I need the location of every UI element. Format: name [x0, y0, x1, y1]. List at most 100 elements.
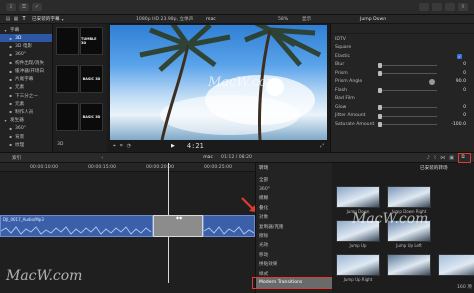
category-label: 360° — [259, 186, 271, 192]
clip-right[interactable] — [203, 215, 255, 237]
category-item[interactable]: 移动 — [256, 250, 333, 259]
slider-knob[interactable] — [378, 105, 382, 110]
transition-tile[interactable]: Jump Down — [336, 186, 380, 214]
folder-icon: ▪ — [9, 60, 12, 66]
sidebar-item[interactable]: ▾ 字幕 — [0, 26, 52, 34]
zoom-level[interactable]: 58% — [278, 17, 288, 22]
transition-tile[interactable] — [387, 254, 431, 282]
category-item[interactable]: 叠化 — [256, 203, 333, 212]
param-value[interactable]: 0 — [463, 62, 466, 67]
sidebar-item[interactable]: ▪ 制作人员 — [0, 108, 52, 116]
sidebar-item[interactable]: ▪ 下三分之一 — [0, 92, 52, 100]
titles-icon[interactable]: T — [20, 16, 28, 22]
timeline-view-icon[interactable] — [432, 3, 442, 11]
sidebar-item[interactable]: ▾ 发生器 — [0, 116, 52, 124]
clip-label: DJI_0017_Audio/Mp3 — [3, 217, 44, 222]
param-slider[interactable] — [378, 88, 437, 93]
index-label[interactable]: 索引 — [12, 155, 21, 161]
folder-icon: ▪ — [9, 101, 12, 107]
folder-icon: ▪ — [9, 93, 12, 99]
category-label: 移动 — [259, 252, 269, 258]
checkmark-icon[interactable]: ✓ — [32, 3, 42, 11]
sidebar-item[interactable]: ▪ 元素 — [0, 83, 52, 91]
effects-browser-icon[interactable]: ▣ — [449, 155, 454, 161]
param-value[interactable]: 90.0 — [456, 79, 466, 84]
slider-knob[interactable] — [378, 88, 382, 93]
category-item-selected[interactable]: Modern Transitions — [252, 277, 333, 289]
category-item[interactable]: 光效 — [256, 241, 333, 250]
category-item[interactable]: 拼贴效果 — [256, 260, 333, 269]
inspector-view-icon[interactable] — [445, 3, 455, 11]
timeline-position: 01:12 / 08:20 — [221, 155, 252, 160]
slider-knob[interactable] — [378, 62, 382, 68]
back-icon[interactable]: ‹ — [101, 155, 103, 161]
sidebar-item[interactable]: ▪ 构件出现/消失 — [0, 59, 52, 67]
checkbox[interactable]: ✓ — [457, 53, 462, 59]
angle-dial-icon[interactable] — [429, 78, 435, 85]
transition-clip[interactable]: ◆◆ — [153, 215, 203, 237]
title-tile[interactable]: BASIC 3D — [80, 103, 103, 131]
sidebar-item[interactable]: ▪ 缓冲器/开场白 — [0, 67, 52, 75]
title-tile[interactable]: TUMBLE 3D — [80, 27, 103, 55]
transition-tile[interactable] — [438, 254, 474, 282]
slider-knob[interactable] — [378, 122, 382, 127]
transform-icon[interactable]: ⌖ — [113, 143, 116, 149]
sidebar-item[interactable]: ▪ 纹理 — [0, 141, 52, 149]
clip-left[interactable]: DJI_0017_Audio/Mp3 — [0, 215, 153, 237]
sidebar-toggle-icon[interactable]: ▤ — [4, 16, 12, 22]
keyword-icon[interactable]: ⚿ — [19, 3, 29, 11]
title-tile[interactable] — [56, 27, 79, 55]
sidebar-item-label: 下三分之一 — [15, 93, 38, 99]
speed-icon[interactable]: ◔ — [127, 143, 131, 149]
param-slider[interactable] — [378, 105, 437, 110]
param-slider[interactable] — [378, 113, 437, 119]
crop-icon[interactable]: ⌗ — [120, 143, 123, 149]
param-slider[interactable] — [378, 122, 437, 127]
inspector-param-label: Flash — [335, 87, 348, 93]
param-value[interactable]: 0 — [463, 71, 466, 76]
skimming-icon[interactable]: ⌇ — [434, 155, 436, 161]
category-item[interactable]: 360° — [256, 184, 333, 193]
title-tile[interactable] — [56, 103, 79, 131]
chevron-down-icon[interactable]: ▾ — [62, 17, 64, 22]
snapping-icon[interactable]: ⋈ — [440, 155, 445, 161]
title-tile[interactable]: BASIC 3D — [80, 65, 103, 93]
ruler-mark: 00:00:25:00 — [204, 164, 233, 170]
sidebar-item-label: 制作人员 — [15, 109, 34, 115]
param-slider[interactable] — [378, 71, 437, 76]
slider-knob[interactable] — [378, 71, 382, 76]
param-value[interactable]: -100.0 — [451, 122, 466, 127]
sidebar-item[interactable]: ▪ 3D 电影 — [0, 42, 52, 50]
sidebar-item[interactable]: ▪ 背景 — [0, 132, 52, 140]
transition-tile[interactable]: Jump Up Right — [336, 254, 380, 282]
sidebar-item[interactable]: ▪ 360° — [0, 51, 52, 59]
title-tile[interactable] — [56, 65, 79, 93]
disclosure-icon: ▾ — [4, 27, 7, 33]
category-item[interactable]: 擦除 — [256, 231, 333, 240]
inspector-row: Elastic ✓ — [331, 52, 474, 61]
inspector-row: Square — [331, 44, 474, 53]
category-item[interactable]: 复制器/克隆 — [256, 222, 333, 231]
sidebar-item[interactable]: ▪ 元素 — [0, 100, 52, 108]
sidebar-item[interactable]: ▪ 片尾字幕 — [0, 75, 52, 83]
transition-tile[interactable]: Jump Down Right — [387, 186, 431, 214]
fullscreen-icon[interactable]: ⤢ — [320, 143, 324, 149]
slider-knob[interactable] — [378, 113, 382, 119]
sidebar-item[interactable]: ▪ 360° — [0, 124, 52, 132]
folder-icon: ▪ — [9, 134, 12, 140]
category-item[interactable]: 模糊 — [256, 194, 333, 203]
library-view-icon[interactable] — [419, 3, 429, 11]
param-slider[interactable] — [378, 62, 437, 68]
sidebar-item[interactable]: ▪ 3D — [0, 34, 52, 43]
category-item[interactable]: 对象 — [256, 213, 333, 222]
import-icon[interactable]: ⇩ — [6, 3, 16, 11]
view-label[interactable]: 显示 — [302, 16, 311, 22]
category-item[interactable]: 全部 — [256, 175, 333, 184]
play-icon[interactable]: ▶ — [171, 143, 175, 149]
audio-icon[interactable]: ♪ — [427, 155, 430, 161]
param-value[interactable]: 0 — [463, 88, 466, 93]
param-value[interactable]: 0 — [463, 105, 466, 110]
photos-icon[interactable]: ▦ — [12, 16, 20, 22]
param-value[interactable]: 0 — [463, 113, 466, 118]
share-icon[interactable]: ⇪ — [458, 3, 468, 11]
